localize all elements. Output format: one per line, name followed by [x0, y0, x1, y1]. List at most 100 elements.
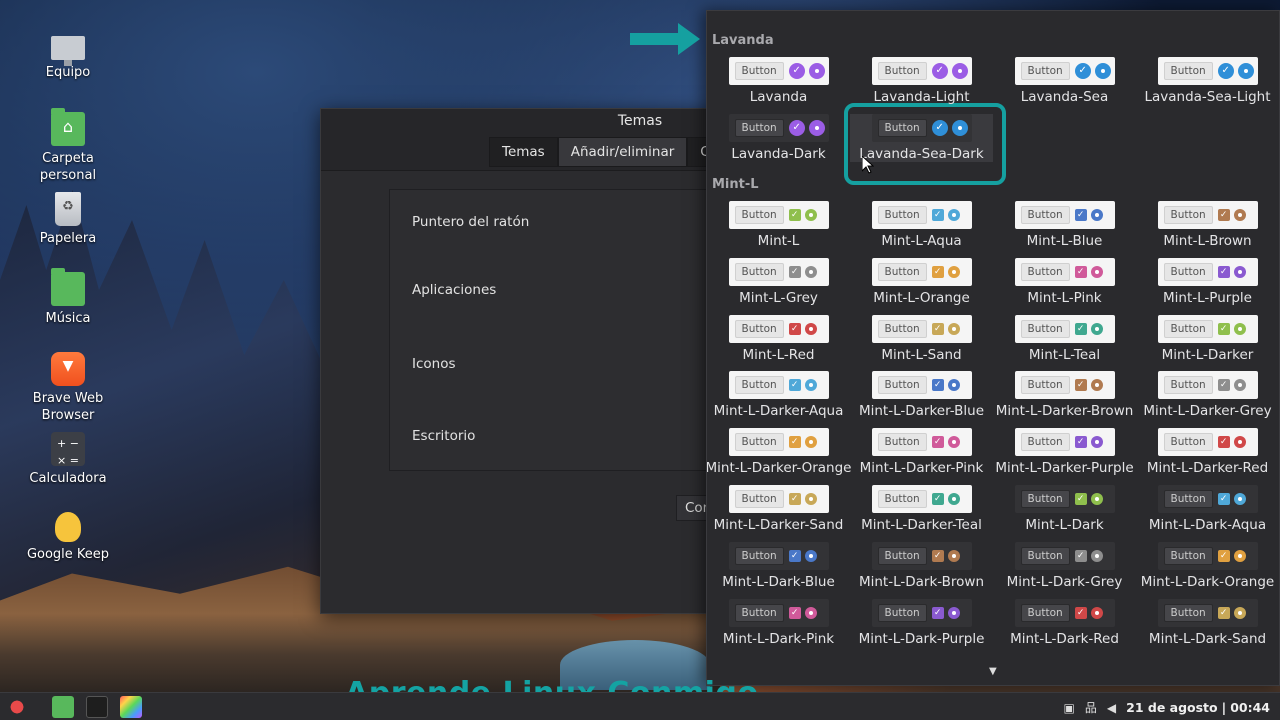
theme-option-lavanda-sea-dark[interactable]: Button ✓ Lavanda-Sea-Dark — [850, 114, 993, 162]
radio-icon — [1090, 549, 1103, 562]
desktop-icon-musica[interactable]: Música — [13, 268, 123, 327]
clock-time[interactable]: 00:44 — [1230, 700, 1270, 715]
volume-icon[interactable]: ◀ — [1107, 701, 1116, 715]
theme-option-mint-l-darker-sand[interactable]: Button ✓ Mint-L-Darker-Sand — [707, 485, 850, 533]
desktop-icon-google-keep[interactable]: Google Keep — [13, 512, 123, 563]
theme-name-label: Mint-L-Darker-Grey — [1143, 403, 1272, 420]
theme-option-mint-l-grey[interactable]: Button ✓ Mint-L-Grey — [707, 257, 850, 306]
theme-option-mint-l-dark-aqua[interactable]: Button ✓ Mint-L-Dark-Aqua — [1136, 485, 1279, 533]
theme-option-mint-l-aqua[interactable]: Button ✓ Mint-L-Aqua — [850, 201, 993, 249]
theme-option-mint-l-darker-pink[interactable]: Button ✓ Mint-L-Darker-Pink — [850, 428, 993, 476]
theme-name-label: Lavanda-Dark — [731, 146, 826, 162]
theme-option-mint-l-orange[interactable]: Button ✓ Mint-L-Orange — [850, 257, 993, 306]
theme-option-mint-l-darker-brown[interactable]: Button ✓ Mint-L-Darker-Brown — [993, 371, 1136, 419]
theme-option-mint-l-dark-pink[interactable]: Button ✓ Mint-L-Dark-Pink — [707, 598, 850, 647]
tab-anadir-eliminar[interactable]: Añadir/eliminar — [557, 137, 688, 167]
row-aplicaciones[interactable]: Aplicaciones — [412, 282, 496, 298]
theme-option-mint-l-dark[interactable]: Button ✓ Mint-L-Dark — [993, 485, 1136, 533]
theme-option-mint-l-red[interactable]: Button ✓ Mint-L-Red — [707, 314, 850, 363]
theme-option-mint-l-dark-grey[interactable]: Button ✓ Mint-L-Dark-Grey — [993, 541, 1136, 590]
radio-icon — [947, 436, 960, 449]
preview-button-label: Button — [734, 262, 784, 281]
theme-option-mint-l-dark-blue[interactable]: Button ✓ Mint-L-Dark-Blue — [707, 541, 850, 590]
theme-option-mint-l-teal[interactable]: Button ✓ Mint-L-Teal — [993, 314, 1136, 363]
radio-icon — [951, 120, 968, 136]
theme-option-mint-l-dark-purple[interactable]: Button ✓ Mint-L-Dark-Purple — [850, 598, 993, 647]
checkbox-icon: ✓ — [1074, 493, 1087, 505]
radio-icon — [1233, 436, 1246, 449]
checkbox-icon: ✓ — [1217, 436, 1230, 449]
theme-option-lavanda[interactable]: Button ✓ Lavanda — [707, 57, 850, 105]
theme-name-label: Mint-L-Darker-Purple — [995, 460, 1134, 477]
clock-date[interactable]: 21 de agosto — [1126, 700, 1218, 715]
system-tray: ▣ 品 ◀ 21 de agosto | 00:44 — [1064, 699, 1270, 716]
theme-option-mint-l-darker[interactable]: Button ✓ Mint-L-Darker — [1136, 314, 1279, 363]
theme-option-mint-l-dark-brown[interactable]: Button ✓ Mint-L-Dark-Brown — [850, 541, 993, 590]
checkbox-icon: ✓ — [1217, 549, 1230, 562]
printer-icon[interactable]: ▣ — [1064, 701, 1075, 715]
theme-name-label: Mint-L-Dark-Purple — [858, 630, 985, 647]
radio-icon — [947, 606, 960, 619]
theme-option-mint-l-dark-red[interactable]: Button ✓ Mint-L-Dark-Red — [993, 598, 1136, 647]
theme-option-mint-l-darker-blue[interactable]: Button ✓ Mint-L-Darker-Blue — [850, 371, 993, 419]
theme-preview: Button ✓ — [1157, 257, 1258, 286]
theme-option-mint-l-darker-teal[interactable]: Button ✓ Mint-L-Darker-Teal — [850, 485, 993, 533]
preview-button-label: Button — [877, 319, 927, 338]
theme-option-mint-l-dark-sand[interactable]: Button ✓ Mint-L-Dark-Sand — [1136, 598, 1279, 647]
theme-option-lavanda-light[interactable]: Button ✓ Lavanda-Light — [850, 57, 993, 105]
theme-option-mint-l-darker-orange[interactable]: Button ✓ Mint-L-Darker-Orange — [707, 428, 851, 476]
theme-preview: Button ✓ — [728, 598, 829, 627]
theme-preview: Button ✓ — [1014, 201, 1115, 229]
radio-icon — [1094, 63, 1111, 79]
radio-icon — [808, 120, 825, 136]
theme-preview: Button ✓ — [871, 314, 972, 343]
desktop-icon-brave[interactable]: ▼ Brave Web Browser — [13, 352, 123, 424]
checkbox-icon: ✓ — [1217, 606, 1230, 619]
terminal-icon[interactable] — [86, 696, 108, 718]
theme-option-mint-l-darker-purple[interactable]: Button ✓ Mint-L-Darker-Purple — [993, 428, 1136, 476]
desktop-icon-papelera[interactable]: ♻ Papelera — [13, 192, 123, 247]
files-icon[interactable] — [52, 696, 74, 718]
desktop-icon-equipo[interactable]: Equipo — [13, 30, 123, 81]
radio-icon — [1090, 209, 1103, 221]
theme-option-lavanda-dark[interactable]: Button ✓ Lavanda-Dark — [707, 114, 850, 162]
desktop-icon-calculadora[interactable]: + − × = Calculadora — [13, 432, 123, 487]
checkbox-icon: ✓ — [931, 322, 944, 335]
preview-button-label: Button — [1020, 206, 1070, 224]
checkbox-icon: ✓ — [788, 265, 801, 278]
radio-icon — [1090, 379, 1103, 392]
radio-icon — [808, 63, 825, 79]
radio-icon — [804, 493, 817, 505]
theme-preview: Button ✓ — [728, 114, 829, 142]
radio-icon — [804, 322, 817, 335]
checkbox-icon: ✓ — [931, 493, 944, 505]
scroll-down-icon[interactable]: ▼ — [989, 666, 997, 677]
theme-option-mint-l-blue[interactable]: Button ✓ Mint-L-Blue — [993, 201, 1136, 249]
section-label-mint-l: Mint-L — [712, 177, 759, 192]
color-picker-icon[interactable] — [120, 696, 142, 718]
window-title: Temas — [617, 113, 663, 129]
theme-name-label: Mint-L-Dark-Orange — [1140, 573, 1275, 590]
theme-option-mint-l-brown[interactable]: Button ✓ Mint-L-Brown — [1136, 201, 1279, 249]
row-puntero[interactable]: Puntero del ratón — [412, 214, 529, 230]
theme-option-mint-l-pink[interactable]: Button ✓ Mint-L-Pink — [993, 257, 1136, 306]
theme-option-mint-l-darker-grey[interactable]: Button ✓ Mint-L-Darker-Grey — [1136, 371, 1279, 419]
row-iconos[interactable]: Iconos — [412, 356, 456, 372]
monitor-icon — [51, 36, 85, 66]
theme-option-mint-l-sand[interactable]: Button ✓ Mint-L-Sand — [850, 314, 993, 363]
row-escritorio[interactable]: Escritorio — [412, 428, 475, 444]
desktop-icon-carpeta-personal[interactable]: ⌂ Carpeta personal — [13, 108, 123, 184]
desktop-icon-label: Calculadora — [29, 471, 107, 486]
theme-option-mint-l-darker-aqua[interactable]: Button ✓ Mint-L-Darker-Aqua — [707, 371, 850, 419]
network-icon[interactable]: 品 — [1085, 699, 1097, 716]
preview-button-label: Button — [1163, 319, 1213, 338]
menu-icon[interactable] — [6, 696, 28, 718]
tab-temas[interactable]: Temas — [489, 137, 558, 167]
theme-option-mint-l-darker-red[interactable]: Button ✓ Mint-L-Darker-Red — [1136, 428, 1279, 476]
theme-option-lavanda-sea-light[interactable]: Button ✓ Lavanda-Sea-Light — [1136, 57, 1279, 105]
theme-option-mint-l-purple[interactable]: Button ✓ Mint-L-Purple — [1136, 257, 1279, 306]
theme-option-lavanda-sea[interactable]: Button ✓ Lavanda-Sea — [993, 57, 1136, 105]
theme-option-mint-l-dark-orange[interactable]: Button ✓ Mint-L-Dark-Orange — [1136, 541, 1279, 590]
theme-option-mint-l[interactable]: Button ✓ Mint-L — [707, 201, 850, 249]
home-folder-icon: ⌂ — [51, 108, 85, 146]
